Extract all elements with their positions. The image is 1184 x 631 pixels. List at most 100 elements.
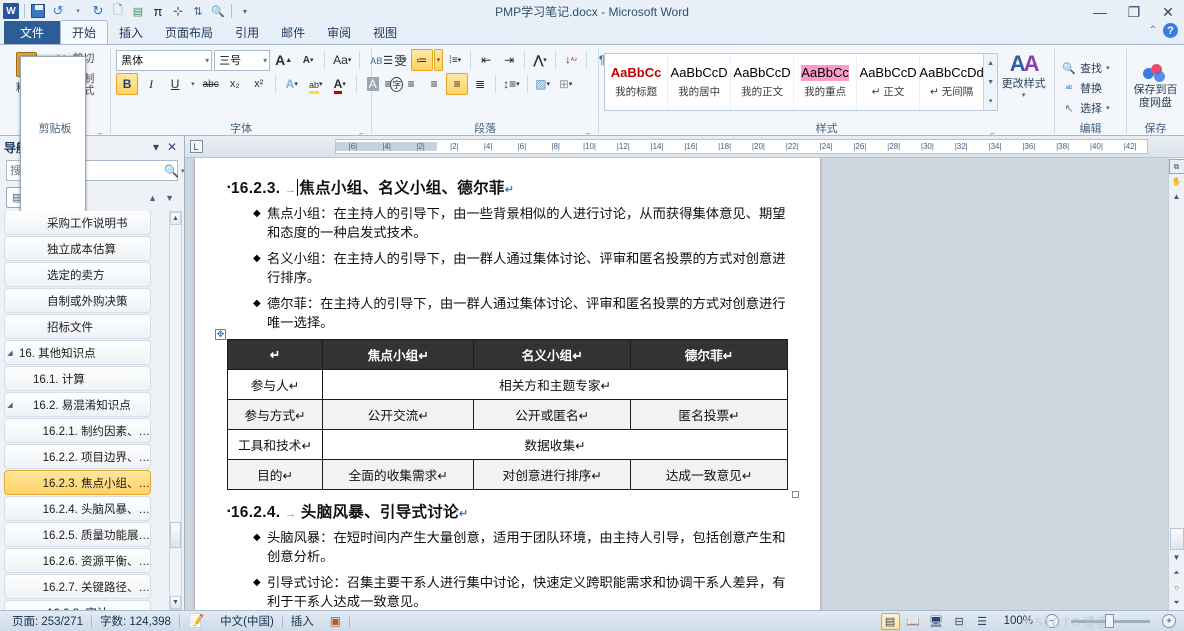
select-arrow[interactable]: ▾ [1106,104,1110,112]
text-effects-button[interactable]: A ▾ [281,73,303,95]
shrink-font-button[interactable]: A ▾ [297,49,319,71]
align-left-button[interactable]: ≡ [377,73,399,95]
previous-page-button[interactable]: ⏶ [1169,565,1184,580]
zoom-slider[interactable] [1063,614,1158,628]
table-move-handle[interactable]: ✥ [215,329,226,340]
bold-button[interactable]: B [116,73,139,95]
underline-button[interactable]: U [164,73,186,95]
style-item-3[interactable]: AaBbCc 我的重点 [794,54,858,110]
styles-gallery[interactable]: AaBbCc 我的标题 AaBbCcD 我的居中 AaBbCcD 我的正文 Aa… [604,53,999,111]
tab-insert[interactable]: 插入 [108,21,154,44]
find-arrow[interactable]: ▾ [1106,64,1110,72]
navigation-heading-item[interactable]: ◢ 16. 其他知识点 [4,340,151,365]
navigation-heading-item[interactable]: 16.2.2. 项目边界、… [4,444,151,469]
tab-file[interactable]: 文件 [4,21,61,44]
numbering-dropdown[interactable]: ▾ [433,49,444,71]
horizontal-ruler[interactable]: L |6| |4| |2| |2| |4| |6| |8| |10| |12| |14| |16| |… [185,136,1184,158]
navigation-prev-icon[interactable]: ▲ [148,193,157,203]
search-icon[interactable]: 🔍 [164,164,179,178]
search-dropdown-icon[interactable]: ▾ [179,167,185,175]
tab-selector-button[interactable]: L [185,136,207,158]
asian-layout-button[interactable]: ⋀ ▾ [529,49,551,71]
language-status[interactable]: 中文(中国) [212,613,282,629]
align-center-button[interactable]: ≡ [400,73,422,95]
document-vertical-scrollbar[interactable]: ⧉ ✋ ▲ ▼ ⏶ ○ ⏷ [1168,158,1184,610]
view-outline-button[interactable]: ⊟ [950,613,969,630]
bullets-button[interactable]: ☰ [377,49,399,71]
document-scroll-area[interactable]: ▪16.2.3. → 焦点小组、名义小组、德尔菲↵ ◆ 焦点小组：在主持人的引导下… [185,158,1168,610]
sort-button[interactable]: ↓ ᴬᶻ [560,49,582,71]
styles-scroll-down-icon[interactable]: ▼ [984,73,997,92]
navigation-scrollbar[interactable]: ▲ ▼ [169,211,182,610]
insert-mode-status[interactable]: 插入 [283,613,322,629]
word-count-status[interactable]: 字数: 124,398 [92,613,179,629]
line-spacing-button[interactable]: ↕≡ ▾ [500,73,523,95]
tab-view[interactable]: 视图 [362,21,408,44]
view-web-layout-button[interactable]: 🖥 [927,613,946,630]
style-item-4[interactable]: AaBbCcD ↵ 正文 [857,54,921,110]
styles-scroll-up-icon[interactable]: ▲ [984,54,997,73]
baidu-netdisk-icon[interactable] [1142,64,1168,84]
align-right-button[interactable]: ≡ [423,73,445,95]
macro-record-icon[interactable]: ▣ [322,614,349,628]
increase-indent-button[interactable]: ⇥ [498,49,520,71]
change-styles-arrow[interactable]: ▾ [1022,91,1026,99]
navigation-close-icon[interactable]: ✕ [164,140,180,154]
navigation-next-icon[interactable]: ▼ [165,193,174,203]
navigation-heading-list[interactable]: 采购工作说明书 独立成本估算 选定的卖方 自制或外购决策 招标文件 ◢ 16. 其他知识点 1… [0,211,184,610]
font-name-arrow[interactable]: ▾ [202,56,209,65]
superscript-button[interactable]: x² [248,73,270,95]
paste-button[interactable]: 粘贴 ▾ [5,48,86,526]
document-page[interactable]: ▪16.2.3. → 焦点小组、名义小组、德尔菲↵ ◆ 焦点小组：在主持人的引导下… [195,158,820,610]
styles-more-icon[interactable]: ▾ [984,91,997,110]
style-item-0[interactable]: AaBbCc 我的标题 [605,54,669,110]
page-number-status[interactable]: 页面: 253/271 [4,613,91,629]
navigation-heading-item[interactable]: 招标文件 [4,314,151,339]
navigation-heading-item[interactable]: 独立成本估算 [4,236,151,261]
decrease-indent-button[interactable]: ⇤ [475,49,497,71]
ribbon-tab-bar[interactable]: 文件 开始 插入 页面布局 引用 邮件 审阅 视图 ⌃ ? [0,20,1184,45]
twisty-icon[interactable]: ◢ [5,401,15,409]
pan-hand-icon[interactable]: ✋ [1169,174,1184,189]
ribbon-help-controls[interactable]: ⌃ ? [1149,23,1178,38]
select-browse-object-button[interactable]: ○ [1169,580,1184,595]
navigation-heading-item[interactable]: 16.1. 计算 [4,366,151,391]
change-case-button[interactable]: Aa ▾ [330,49,354,71]
strikethrough-button[interactable]: abc [200,73,222,95]
scroll-down-button[interactable]: ▼ [1169,550,1184,565]
view-print-layout-button[interactable]: ▤ [880,612,900,630]
tab-review[interactable]: 审阅 [316,21,362,44]
style-item-5[interactable]: AaBbCcDd ↵ 无间隔 [919,54,983,110]
replace-button[interactable]: ᵃᵇ 替换 [1060,78,1104,98]
justify-button[interactable]: ≡ [446,73,469,95]
nav-scroll-thumb[interactable] [170,522,181,548]
scroll-up-button[interactable]: ▲ [1169,189,1184,204]
navigation-dropdown-icon[interactable]: ▾ [148,140,164,154]
select-button[interactable]: ↖ 选择 ▾ [1060,98,1112,118]
clipboard-dialog-launcher[interactable]: ⌐ [96,127,105,138]
paragraph-dialog-launcher[interactable]: ⌐ [584,127,593,138]
view-full-screen-reading-button[interactable]: 📖 [904,613,923,630]
styles-dialog-launcher[interactable]: ⌐ [988,127,997,138]
change-styles-button[interactable]: AA 更改样式 ▾ [998,53,1049,100]
style-item-1[interactable]: AaBbCcD 我的居中 [668,54,732,110]
navigation-heading-item[interactable]: 自制或外购决策 [4,288,151,313]
navigation-heading-item[interactable]: 采购工作说明书 [4,211,151,235]
tab-page-layout[interactable]: 页面布局 [154,21,224,44]
grow-font-button[interactable]: A ▲ [272,49,295,71]
navigation-heading-item[interactable]: 16.2.3. 焦点小组、… [4,470,151,495]
next-page-button[interactable]: ⏷ [1169,595,1184,610]
minimize-button[interactable]: — [1088,2,1112,22]
twisty-icon[interactable]: ◢ [5,349,15,357]
tab-home[interactable]: 开始 [60,20,109,45]
proofing-status-icon[interactable]: 📝 [180,613,212,629]
underline-dropdown[interactable]: ▾ [188,73,198,95]
navigation-heading-item[interactable]: 16.2.4. 头脑风暴、… [4,496,151,521]
vertical-scroll-thumb[interactable] [1169,528,1184,550]
help-icon[interactable]: ? [1163,23,1178,38]
navigation-heading-item[interactable]: 选定的卖方 [4,262,151,287]
close-button[interactable]: ✕ [1156,2,1180,22]
bullets-dropdown[interactable]: ▾ [400,49,410,71]
navigation-heading-item[interactable]: 16.2.6. 资源平衡、… [4,548,151,573]
zoom-in-button[interactable]: + [1162,614,1176,628]
